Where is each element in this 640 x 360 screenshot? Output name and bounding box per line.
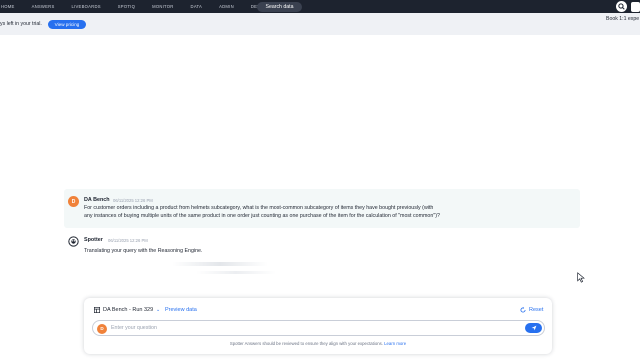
preview-data-link[interactable]: Preview data [165, 307, 197, 313]
profile-avatar[interactable] [631, 1, 640, 12]
user-message: D DA Bench 06/11/2025 12:26 PM For custo… [64, 189, 580, 228]
reset-icon [520, 307, 526, 313]
question-input-wrapper: D [92, 320, 545, 336]
search-data-button[interactable]: Search data [257, 1, 302, 12]
loading-skeleton [172, 262, 268, 266]
book-session-link[interactable]: Book 1:1 expe [606, 16, 639, 22]
message-line-2: any instances of buying multiple units o… [84, 212, 440, 219]
datasource-selector[interactable]: DA Bench - Run 329 [103, 307, 153, 313]
trial-banner-text: ys left in your trial. [0, 21, 42, 27]
nav-liveboards[interactable]: LIVEBOARDS [63, 4, 109, 9]
reset-button[interactable]: Reset [520, 307, 543, 313]
nav-home[interactable]: HOME [0, 4, 23, 9]
nav-spotiq[interactable]: SPOTIQ [109, 4, 143, 9]
nav-answers[interactable]: ANSWERS [23, 4, 63, 9]
spotter-status-text: Translating your query with the Reasonin… [84, 248, 203, 254]
nav-monitor[interactable]: MONITOR [144, 4, 182, 9]
user-avatar: D [68, 196, 79, 207]
nav-items: HOME ANSWERS LIVEBOARDS SPOTIQ MONITOR D… [0, 0, 281, 13]
user-name: DA Bench [84, 197, 110, 203]
spotter-timestamp: 06/11/2025 12:26 PM [108, 237, 148, 243]
nav-data[interactable]: DATA [182, 4, 211, 9]
message-line-1: For customer orders including a product … [84, 205, 434, 211]
send-icon [531, 325, 536, 331]
send-button[interactable] [525, 323, 542, 333]
learn-more-link[interactable]: Learn more [384, 341, 406, 346]
top-nav: HOME ANSWERS LIVEBOARDS SPOTIQ MONITOR D… [0, 0, 640, 13]
message-timestamp: 06/11/2025 12:26 PM [113, 197, 153, 203]
question-composer: DA Bench - Run 329 ⌄ Preview data Reset … [84, 298, 552, 354]
disclaimer-text: Spotter Answers should be reviewed to en… [229, 341, 383, 346]
user-avatar: D [97, 323, 107, 334]
view-pricing-button[interactable]: View pricing [48, 19, 86, 29]
chevron-down-icon[interactable]: ⌄ [156, 307, 160, 313]
reset-label: Reset [529, 307, 544, 313]
trial-banner [0, 13, 640, 35]
spotter-name: Spotter [84, 237, 103, 243]
question-input[interactable] [111, 322, 511, 334]
nav-admin[interactable]: ADMIN [211, 4, 243, 9]
search-icon [618, 3, 625, 10]
mouse-cursor-icon [577, 272, 585, 283]
spotter-icon [68, 236, 79, 247]
global-search-button[interactable] [616, 1, 627, 12]
disclaimer: Spotter Answers should be reviewed to en… [84, 341, 552, 346]
table-icon [94, 307, 100, 313]
loading-skeleton [196, 271, 276, 274]
